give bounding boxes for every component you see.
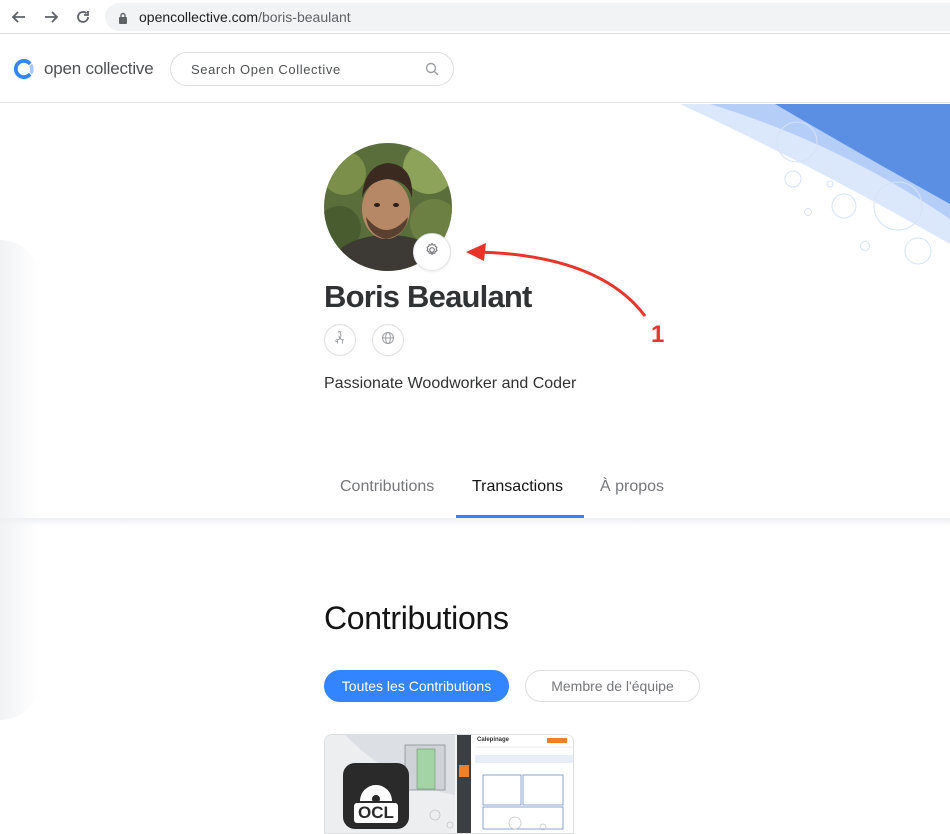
url-text: opencollective.com/boris-beaulant bbox=[139, 9, 351, 25]
profile-settings-button[interactable] bbox=[413, 233, 451, 271]
annotation-number: 1 bbox=[651, 321, 665, 348]
website-link[interactable] bbox=[372, 324, 404, 356]
reload-icon[interactable] bbox=[72, 6, 94, 28]
search-box[interactable] bbox=[170, 52, 454, 86]
globe-icon bbox=[381, 331, 395, 350]
back-arrow-icon[interactable] bbox=[8, 6, 30, 28]
hero-decoration bbox=[680, 104, 950, 274]
saw-blade-icon bbox=[360, 785, 392, 801]
logo-text: open collective bbox=[44, 59, 154, 78]
section-divider bbox=[0, 518, 950, 526]
browser-toolbar: opencollective.com/boris-beaulant bbox=[0, 0, 950, 34]
tab-about[interactable]: À propos bbox=[600, 478, 664, 496]
github-link[interactable] bbox=[324, 324, 356, 356]
forward-arrow-icon[interactable] bbox=[40, 6, 62, 28]
open-collective-logo[interactable]: open collective bbox=[12, 57, 154, 81]
ocl-logo: OCL bbox=[343, 763, 409, 829]
lock-icon bbox=[118, 11, 128, 29]
ocl-logo-text: OCL bbox=[354, 803, 398, 823]
search-input[interactable] bbox=[191, 62, 411, 77]
profile-tagline: Passionate Woodworker and Coder bbox=[324, 375, 577, 392]
url-path: /boris-beaulant bbox=[258, 9, 351, 25]
card-app-title: Calepinage bbox=[477, 737, 510, 743]
github-icon bbox=[333, 330, 347, 350]
profile-tabs: Contributions Transactions À propos bbox=[0, 464, 950, 519]
filter-all-contributions-button[interactable]: Toutes les Contributions bbox=[324, 670, 509, 702]
address-bar[interactable]: opencollective.com/boris-beaulant bbox=[105, 3, 950, 31]
contribution-card[interactable]: Calepinage OCL bbox=[324, 734, 574, 834]
site-header: open collective bbox=[0, 35, 950, 103]
profile-name: Boris Beaulant bbox=[324, 279, 532, 314]
gear-icon bbox=[424, 242, 440, 263]
tab-contributions[interactable]: Contributions bbox=[340, 478, 434, 496]
tab-transactions[interactable]: Transactions bbox=[472, 478, 563, 496]
url-host: opencollective.com bbox=[139, 9, 259, 25]
open-collective-logo-icon bbox=[13, 59, 34, 79]
search-icon[interactable] bbox=[425, 62, 439, 81]
contributions-section-title: Contributions bbox=[324, 600, 509, 636]
filter-team-member-button[interactable]: Membre de l'équipe bbox=[525, 670, 700, 702]
